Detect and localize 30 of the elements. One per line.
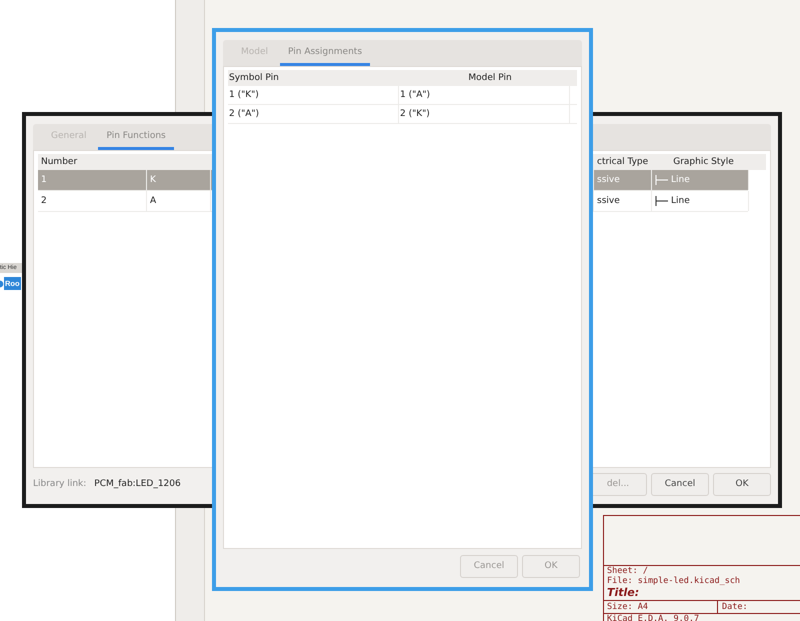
size-label: Size: A4: [604, 601, 718, 613]
table-cell: 1: [38, 170, 147, 190]
table-cell: A: [147, 191, 211, 211]
library-link-label: Library link:: [33, 479, 86, 489]
generator-label: KiCad E.D.A. 9.0.7: [607, 614, 700, 621]
table-cell: Line: [671, 175, 690, 185]
table-cell: ssive: [594, 170, 652, 190]
table-cell: 2 ("K"): [399, 105, 570, 123]
column-header: ctrical Type: [597, 157, 650, 167]
table-cell: K: [147, 170, 211, 190]
column-header: Number: [41, 157, 78, 167]
dialog-button[interactable]: OK: [713, 472, 771, 496]
sheet-label: Sheet: /: [607, 566, 648, 576]
table-cell: Line: [671, 196, 690, 206]
tree-node-icon: [0, 278, 4, 290]
file-label: File: simple-led.kicad_sch: [607, 576, 740, 586]
column-header: Graphic Style: [672, 157, 735, 167]
column-header: Symbol Pin: [229, 73, 280, 83]
table-cell: 1 ("K"): [228, 86, 399, 104]
date-label: Date:: [721, 601, 748, 613]
table-cell: ssive: [594, 191, 652, 211]
line-style-icon: [655, 196, 669, 206]
column-header: Model Pin: [467, 73, 513, 83]
table-cell: 1 ("A"): [399, 86, 570, 104]
table-cell: 2 ("A"): [228, 105, 399, 123]
library-link-value: PCM_fab:LED_1206: [94, 479, 181, 489]
line-style-icon: [655, 175, 669, 185]
title-label: Title:: [607, 586, 640, 599]
table-cell: 2: [38, 191, 147, 211]
dialog-button[interactable]: Cancel: [651, 472, 709, 496]
